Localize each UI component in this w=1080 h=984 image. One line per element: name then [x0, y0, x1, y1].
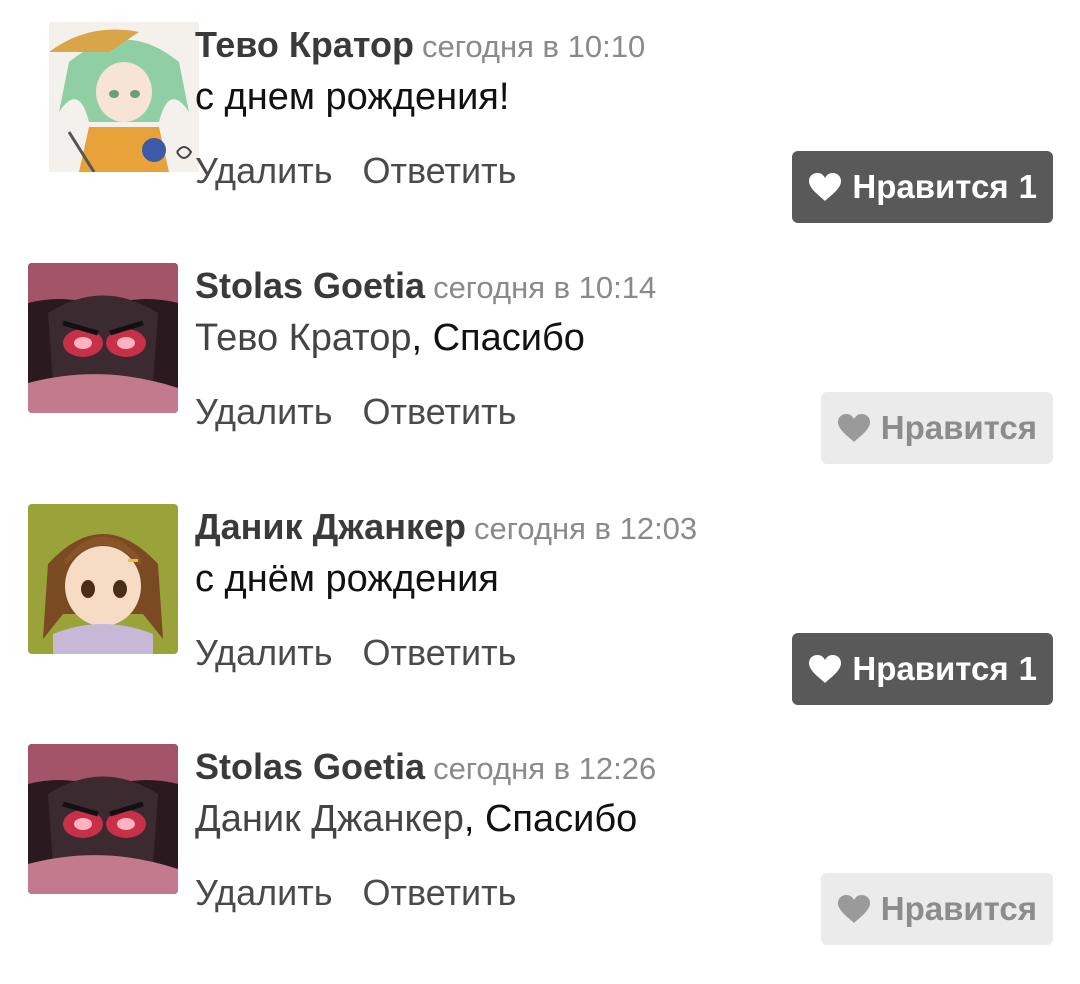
comment-actions: Удалить Ответить — [195, 150, 516, 192]
comment-author[interactable]: Даник Джанкер — [195, 506, 466, 547]
avatar-image — [28, 744, 178, 894]
reply-button[interactable]: Ответить — [362, 872, 516, 913]
comment-text: Тево Кратор, Спасибо — [195, 317, 585, 360]
reply-button[interactable]: Ответить — [362, 150, 516, 191]
avatar[interactable] — [28, 263, 178, 413]
comment-time: сегодня в 10:10 — [422, 29, 646, 64]
like-label: Нравится — [852, 168, 1009, 205]
comment-item: Даник Джанкер сегодня в 12:03 с днём рожд… — [0, 504, 1080, 744]
comment-time: сегодня в 10:14 — [433, 270, 657, 305]
avatar-image — [49, 22, 199, 172]
comment-item: Тево Кратор сегодня в 10:10 с днем рожден… — [0, 22, 1080, 262]
like-button[interactable]: Нравится — [820, 392, 1053, 464]
comment-body: , Спасибо — [463, 798, 638, 840]
delete-button[interactable]: Удалить — [195, 632, 332, 673]
comment-body: с днём рождения — [195, 558, 499, 600]
comment-body: с днем рождения! — [195, 76, 510, 118]
comment-header: Stolas Goetia сегодня в 12:26 — [195, 746, 656, 788]
like-count: 1 — [1018, 168, 1037, 205]
comment-text: с днем рождения! — [195, 76, 509, 119]
comment-item: Stolas Goetia сегодня в 10:14 Тево Кратор… — [0, 263, 1080, 503]
like-button[interactable]: Нравится — [820, 873, 1053, 945]
like-label: Нравится — [852, 650, 1009, 687]
avatar[interactable] — [28, 504, 178, 654]
like-count: 1 — [1018, 650, 1037, 687]
comment-actions: Удалить Ответить — [195, 872, 516, 914]
comment-time: сегодня в 12:03 — [473, 511, 698, 546]
comment-item: Stolas Goetia сегодня в 12:26 Даник Джанк… — [0, 744, 1080, 984]
comment-header: Stolas Goetia сегодня в 10:14 — [195, 265, 656, 307]
comment-actions: Удалить Ответить — [195, 632, 516, 674]
comment-mention[interactable]: Тево Кратор — [195, 317, 411, 359]
comment-header: Тево Кратор сегодня в 10:10 — [195, 24, 645, 66]
heart-icon — [837, 894, 871, 924]
avatar[interactable] — [28, 744, 178, 894]
reply-button[interactable]: Ответить — [362, 391, 516, 432]
delete-button[interactable]: Удалить — [195, 150, 332, 191]
comment-actions: Удалить Ответить — [195, 391, 516, 433]
comment-author[interactable]: Stolas Goetia — [195, 265, 425, 306]
delete-button[interactable]: Удалить — [195, 872, 332, 913]
comment-body: , Спасибо — [411, 317, 585, 359]
comment-text: с днём рождения — [195, 558, 499, 601]
heart-icon — [808, 172, 842, 202]
heart-icon — [808, 654, 842, 684]
avatar-image — [28, 504, 178, 654]
comment-time: сегодня в 12:26 — [433, 751, 657, 786]
comment-mention[interactable]: Даник Джанкер — [195, 798, 464, 840]
comment-header: Даник Джанкер сегодня в 12:03 — [195, 506, 697, 548]
comment-author[interactable]: Stolas Goetia — [195, 746, 425, 787]
heart-icon — [837, 413, 871, 443]
avatar[interactable] — [49, 22, 199, 172]
like-button[interactable]: Нравится 1 — [792, 633, 1053, 705]
delete-button[interactable]: Удалить — [195, 391, 332, 432]
like-button[interactable]: Нравится 1 — [792, 151, 1053, 223]
avatar-image — [28, 263, 178, 413]
comment-text: Даник Джанкер, Спасибо — [195, 798, 637, 841]
comment-author[interactable]: Тево Кратор — [195, 24, 414, 65]
like-label: Нравится — [880, 890, 1037, 927]
like-label: Нравится — [880, 409, 1037, 446]
reply-button[interactable]: Ответить — [362, 632, 516, 673]
